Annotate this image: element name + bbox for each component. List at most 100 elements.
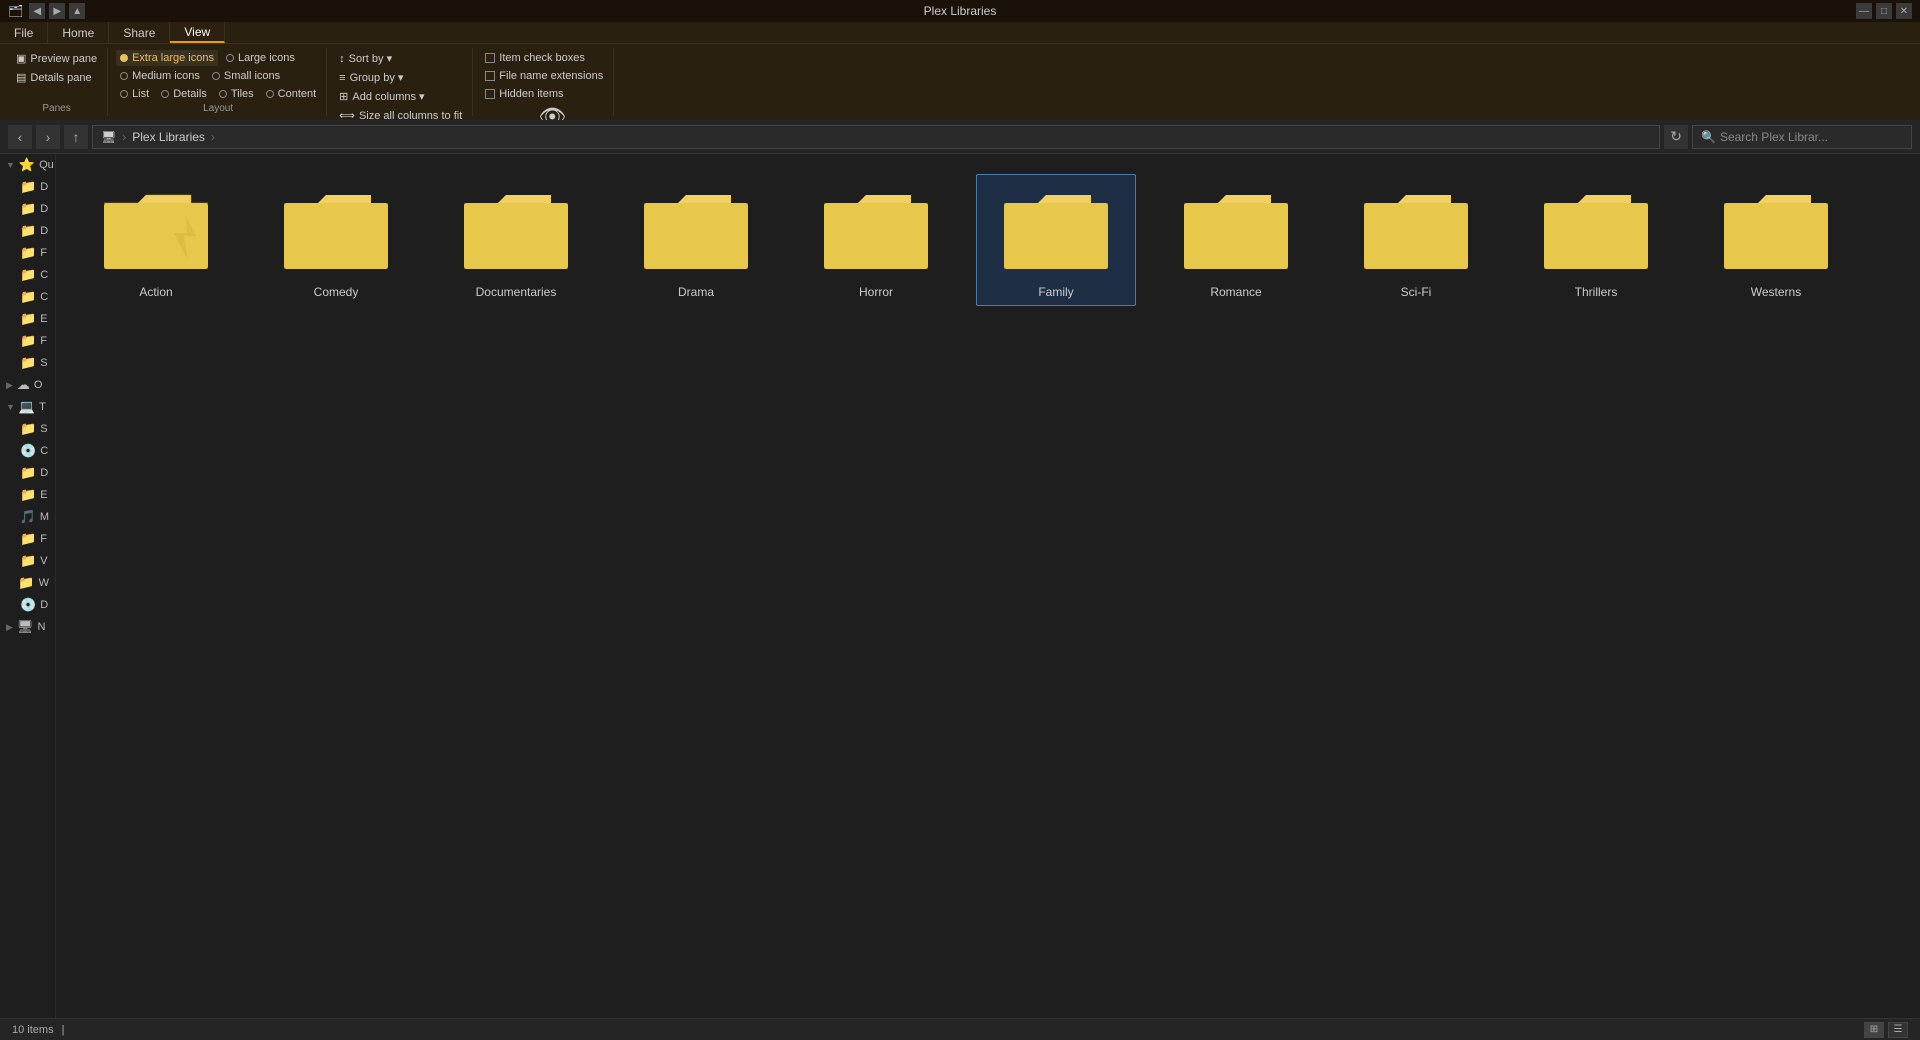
group-by-label: Group by ▾: [350, 71, 404, 84]
sidebar-item-1[interactable]: 📁 D: [0, 176, 55, 198]
sidebar-item-d[interactable]: 📁 D: [0, 462, 55, 484]
details-label: Details: [173, 88, 207, 100]
extra-large-label: Extra large icons: [132, 52, 214, 64]
sidebar-item-music[interactable]: 🎵 M: [0, 506, 55, 528]
extra-large-icons-btn[interactable]: Extra large icons: [116, 50, 218, 66]
sidebar-item-v[interactable]: 📁 V: [0, 550, 55, 572]
details-pane-icon: ▤: [16, 71, 26, 84]
file-ext-label: File name extensions: [499, 70, 603, 82]
sidebar-item-4[interactable]: 📁 F: [0, 242, 55, 264]
folder-icon-5: 📁: [20, 267, 36, 283]
sidebar-item-3[interactable]: 📁 D: [0, 220, 55, 242]
sidebar: ▼ ⭐ Qu 📁 D 📁 D 📁 D 📁 F 📁 C: [0, 154, 56, 1018]
preview-pane-btn[interactable]: ▣ Preview pane: [12, 50, 101, 67]
folder-drama[interactable]: Drama: [616, 174, 776, 306]
nav-up-btn[interactable]: ▲: [69, 3, 85, 19]
minimize-btn[interactable]: —: [1856, 3, 1872, 19]
item-checkboxes-toggle[interactable]: Item check boxes: [481, 50, 589, 66]
folder-icon-3: 📁: [20, 223, 36, 239]
sidebar-item-w[interactable]: 📁 W: [0, 572, 55, 594]
folder-action[interactable]: Action: [76, 174, 236, 306]
add-columns-label: Add columns ▾: [352, 90, 424, 103]
tiles-btn[interactable]: Tiles: [215, 86, 258, 102]
large-icons-btn[interactable]: Large icons: [222, 50, 299, 66]
nav-bar: ‹ › ↑ 🖥 › Plex Libraries › ↻ 🔍 Search Pl…: [0, 120, 1920, 154]
sidebar-item-network[interactable]: ▶ 🖥 N: [0, 616, 55, 638]
current-view-content: ↕ Sort by ▾ ≡ Group by ▾ ⊞ Add columns ▾…: [335, 50, 466, 124]
back-button[interactable]: ‹: [8, 125, 32, 149]
large-icons-view-btn[interactable]: ⊞: [1864, 1022, 1884, 1038]
sidebar-item-s[interactable]: 📁 S: [0, 418, 55, 440]
close-btn[interactable]: ✕: [1896, 3, 1912, 19]
folder-documentaries[interactable]: Documentaries: [436, 174, 596, 306]
sidebar-item-onedrive[interactable]: ▶ ☁ O: [0, 374, 55, 396]
large-icons-label: Large icons: [238, 52, 295, 64]
folder-scifi[interactable]: Sci-Fi: [1336, 174, 1496, 306]
sidebar-label-3: D: [40, 225, 48, 237]
sidebar-item-2[interactable]: 📁 D: [0, 198, 55, 220]
tab-home[interactable]: Home: [48, 22, 109, 43]
tab-share[interactable]: Share: [109, 22, 170, 43]
layout-content: Extra large icons Large icons Medium ico…: [116, 50, 320, 103]
tab-file[interactable]: File: [0, 22, 48, 43]
content-label: Content: [278, 88, 317, 100]
forward-button[interactable]: ›: [36, 125, 60, 149]
folder-family-icon: [996, 181, 1116, 281]
window-controls: — □ ✕: [1856, 3, 1912, 19]
content-radio: [266, 90, 274, 98]
group-icon: ≡: [339, 72, 345, 84]
sidebar-label-6: C: [40, 291, 48, 303]
up-button[interactable]: ↑: [64, 125, 88, 149]
folder-thrillers[interactable]: Thrillers: [1516, 174, 1676, 306]
file-name-ext-toggle[interactable]: File name extensions: [481, 68, 607, 84]
sidebar-item-7[interactable]: 📁 E: [0, 308, 55, 330]
refresh-button[interactable]: ↻: [1664, 125, 1688, 149]
hidden-items-toggle[interactable]: Hidden items: [481, 86, 567, 102]
content-btn[interactable]: Content: [262, 86, 321, 102]
folder-westerns-label: Westerns: [1751, 285, 1801, 299]
breadcrumb-item[interactable]: Plex Libraries: [132, 130, 205, 144]
details-btn[interactable]: Details: [157, 86, 211, 102]
sidebar-item-c[interactable]: 💿 C: [0, 440, 55, 462]
maximize-btn[interactable]: □: [1876, 3, 1892, 19]
details-pane-btn[interactable]: ▤ Details pane: [12, 69, 101, 86]
sidebar-item-9[interactable]: 📁 S: [0, 352, 55, 374]
folder-comedy[interactable]: Comedy: [256, 174, 416, 306]
tab-view[interactable]: View: [170, 22, 225, 43]
address-bar[interactable]: 🖥 › Plex Libraries ›: [92, 125, 1660, 149]
folder-thrillers-icon: [1536, 181, 1656, 281]
folder-horror[interactable]: Horror: [796, 174, 956, 306]
c-drive-icon: 💿: [20, 443, 36, 459]
nav-forward-btn[interactable]: ▶: [49, 3, 65, 19]
details-view-btn[interactable]: ☰: [1888, 1022, 1908, 1038]
small-icons-btn[interactable]: Small icons: [208, 68, 284, 84]
tiles-radio: [219, 90, 227, 98]
folder-family[interactable]: Family: [976, 174, 1136, 306]
group-by-btn[interactable]: ≡ Group by ▾: [335, 69, 466, 86]
sort-by-btn[interactable]: ↕ Sort by ▾: [335, 50, 466, 67]
ribbon-group-current-view: ↕ Sort by ▾ ≡ Group by ▾ ⊞ Add columns ▾…: [329, 48, 473, 116]
d-folder-icon: 📁: [20, 465, 36, 481]
f2-folder-icon: 📁: [20, 531, 36, 547]
add-columns-btn[interactable]: ⊞ Add columns ▾: [335, 88, 466, 105]
large-icons-radio: [226, 54, 234, 62]
sidebar-item-5[interactable]: 📁 C: [0, 264, 55, 286]
medium-icons-btn[interactable]: Medium icons: [116, 68, 204, 84]
medium-icons-radio: [120, 72, 128, 80]
sidebar-item-quick-access[interactable]: ▼ ⭐ Qu: [0, 154, 55, 176]
folder-romance[interactable]: Romance: [1156, 174, 1316, 306]
list-btn[interactable]: List: [116, 86, 153, 102]
sidebar-item-8[interactable]: 📁 F: [0, 330, 55, 352]
sidebar-item-disc[interactable]: 💿 D: [0, 594, 55, 616]
expand-icon-net: ▶: [6, 622, 13, 633]
sidebar-item-this-pc[interactable]: ▼ 💻 T: [0, 396, 55, 418]
sidebar-item-6[interactable]: 📁 C: [0, 286, 55, 308]
folder-westerns[interactable]: Westerns: [1696, 174, 1856, 306]
expand-icon-od: ▶: [6, 380, 13, 391]
sidebar-item-f2[interactable]: 📁 F: [0, 528, 55, 550]
nav-back-btn[interactable]: ◀: [29, 3, 45, 19]
small-icons-radio: [212, 72, 220, 80]
w-folder-icon: 📁: [18, 575, 34, 591]
search-bar[interactable]: 🔍 Search Plex Librar...: [1692, 125, 1912, 149]
sidebar-item-e[interactable]: 📁 E: [0, 484, 55, 506]
